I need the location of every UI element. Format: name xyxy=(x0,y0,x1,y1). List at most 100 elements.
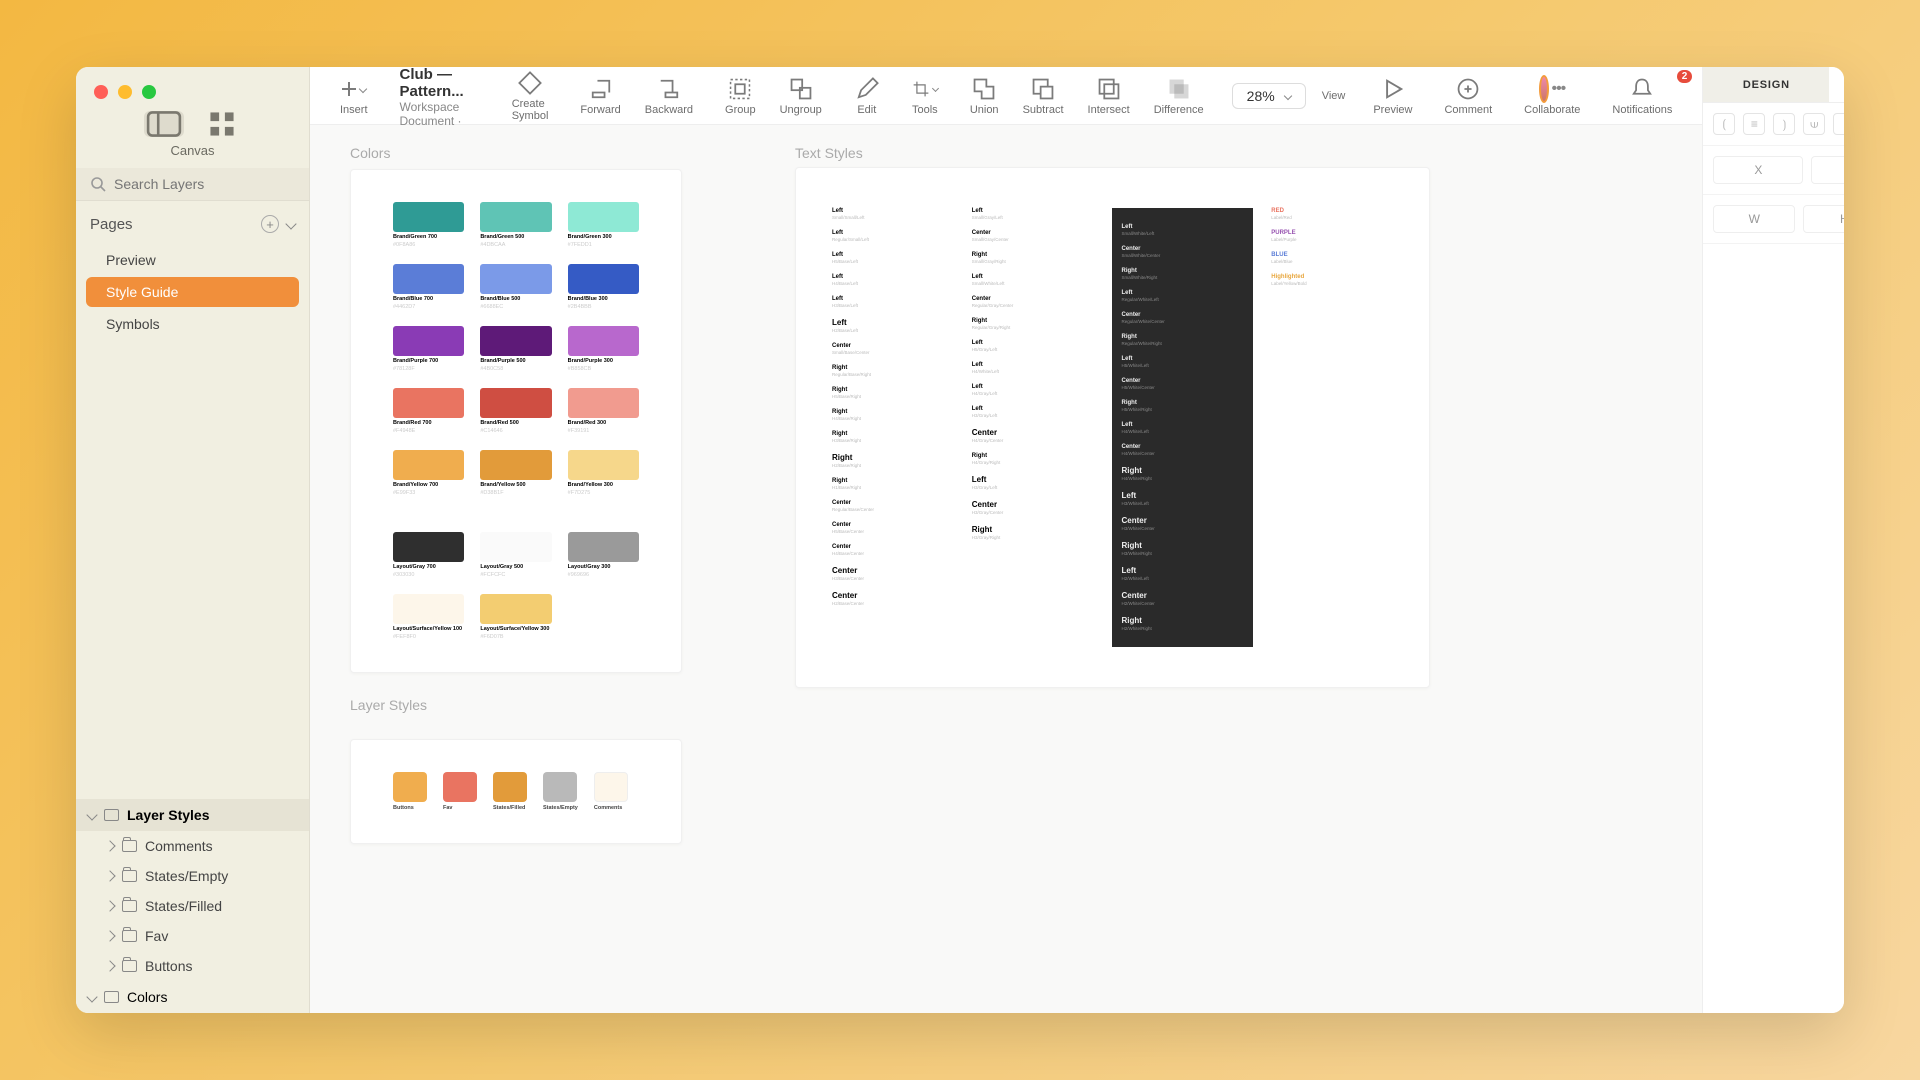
text-style-item[interactable]: LeftH3/Gray/Left xyxy=(972,475,1094,490)
collapse-pages-button[interactable] xyxy=(285,218,296,229)
color-swatch[interactable]: Brand/Purple 700#78128F xyxy=(393,326,464,372)
w-field[interactable]: W xyxy=(1713,205,1795,233)
color-swatch[interactable]: Brand/Blue 700#4462D7 xyxy=(393,264,464,310)
edit-button[interactable]: Edit xyxy=(842,76,892,116)
text-style-item[interactable]: LeftH3/Base/Left xyxy=(832,296,954,308)
notifications-button[interactable]: 2Notifications xyxy=(1600,76,1684,116)
text-style-item[interactable]: RightRegular/Gray/Right xyxy=(972,318,1094,330)
text-style-item[interactable]: CenterSmall/White/Center xyxy=(1122,246,1244,258)
difference-button[interactable]: Difference xyxy=(1142,76,1216,116)
text-style-item[interactable]: CenterH3/White/Center xyxy=(1122,516,1244,531)
text-style-item[interactable]: LeftSmall/Gray/Left xyxy=(972,208,1094,220)
colors-artboard[interactable]: Colors xyxy=(76,981,309,1013)
text-style-item[interactable]: CenterRegular/Gray/Center xyxy=(972,296,1094,308)
color-swatch[interactable]: Brand/Green 300#7FEDD1 xyxy=(568,202,639,248)
layer-style-swatch[interactable]: States/Empty xyxy=(543,772,578,811)
maximize-window-button[interactable] xyxy=(142,85,156,99)
text-style-item[interactable]: CenterH2/White/Center xyxy=(1122,591,1244,606)
align-top-icon[interactable]: ⟒ xyxy=(1803,113,1825,135)
text-style-item[interactable]: CenterH4/White/Center xyxy=(1122,444,1244,456)
ungroup-button[interactable]: Ungroup xyxy=(768,76,834,116)
h-field[interactable]: H xyxy=(1803,205,1844,233)
text-style-item[interactable]: RightH5/White/Right xyxy=(1122,400,1244,412)
text-style-item[interactable]: CenterH4/Base/Center xyxy=(832,544,954,556)
text-style-item[interactable]: LeftSmall/White/Left xyxy=(972,274,1094,286)
layer-style-swatch[interactable]: Comments xyxy=(594,772,628,811)
text-style-item[interactable]: LeftH3/White/Left xyxy=(1122,491,1244,506)
create-symbol-button[interactable]: Create Symbol xyxy=(500,70,561,122)
text-style-item[interactable]: LeftH4/White/Left xyxy=(972,362,1094,374)
text-style-item[interactable]: LeftH3/Gray/Left xyxy=(972,406,1094,418)
color-swatch[interactable]: Brand/Blue 500#6688EC xyxy=(480,264,551,310)
layer-folder[interactable]: Buttons xyxy=(76,951,309,981)
zoom-dropdown[interactable]: 28% xyxy=(1232,83,1306,109)
text-style-item[interactable]: LeftH5/White/Left xyxy=(1122,356,1244,368)
text-style-item[interactable]: LeftH5/Base/Left xyxy=(832,252,954,264)
layer-folder[interactable]: Comments xyxy=(76,831,309,861)
layer-styles-artboard[interactable]: Layer Styles xyxy=(76,799,309,831)
page-item[interactable]: Symbols xyxy=(86,309,299,339)
text-style-item[interactable]: CenterSmall/Base/Center xyxy=(832,343,954,355)
components-view-button[interactable] xyxy=(202,111,242,137)
text-style-item[interactable]: LeftH2/Base/Left xyxy=(832,318,954,333)
text-style-item[interactable]: PURPLELabel/Purple xyxy=(1271,230,1393,242)
text-style-item[interactable]: LeftH5/Gray/Left xyxy=(972,340,1094,352)
page-item[interactable]: Style Guide xyxy=(86,277,299,307)
text-style-item[interactable]: CenterH3/Gray/Center xyxy=(972,500,1094,515)
text-style-item[interactable]: RightRegular/White/Right xyxy=(1122,334,1244,346)
text-style-item[interactable]: CenterH5/Base/Center xyxy=(832,522,954,534)
layer-folder[interactable]: States/Empty xyxy=(76,861,309,891)
color-swatch[interactable]: Brand/Yellow 700#E99F33 xyxy=(393,450,464,496)
color-swatch[interactable]: Layout/Gray 300#969696 xyxy=(568,532,639,578)
add-page-button[interactable]: + xyxy=(261,215,279,233)
color-swatch[interactable]: Layout/Gray 700#303030 xyxy=(393,532,464,578)
text-style-item[interactable]: RightH2/Base/Right xyxy=(832,453,954,468)
union-button[interactable]: Union xyxy=(958,76,1011,116)
minimize-window-button[interactable] xyxy=(118,85,132,99)
color-swatch[interactable]: Layout/Surface/Yellow 100#FEF8F0 xyxy=(393,594,464,640)
color-swatch[interactable]: Brand/Yellow 500#D38B1F xyxy=(480,450,551,496)
text-style-item[interactable]: RightRegular/Base/Right xyxy=(832,365,954,377)
text-style-item[interactable]: CenterH4/Gray/Center xyxy=(972,428,1094,443)
color-swatch[interactable]: Layout/Gray 500#FCFCFC xyxy=(480,532,551,578)
color-swatch[interactable]: Layout/Surface/Yellow 300#F6D07B xyxy=(480,594,551,640)
text-style-item[interactable]: REDLabel/Red xyxy=(1271,208,1393,220)
align-center-h-icon[interactable]: ≡ xyxy=(1743,113,1765,135)
color-swatch[interactable]: Brand/Red 700#F4948E xyxy=(393,388,464,434)
tab-design[interactable]: DESIGN xyxy=(1703,67,1829,102)
text-style-item[interactable]: LeftRegular/Small/Left xyxy=(832,230,954,242)
color-swatch[interactable]: Brand/Red 500#C14646 xyxy=(480,388,551,434)
text-style-item[interactable]: RightSmall/White/Right xyxy=(1122,268,1244,280)
tools-button[interactable]: Tools xyxy=(900,76,950,116)
text-style-item[interactable]: CenterRegular/White/Center xyxy=(1122,312,1244,324)
text-style-item[interactable]: BLUELabel/Blue xyxy=(1271,252,1393,264)
layer-folder[interactable]: Fav xyxy=(76,921,309,951)
x-field[interactable]: X xyxy=(1713,156,1803,184)
page-item[interactable]: Preview xyxy=(86,245,299,275)
canvas-view-button[interactable] xyxy=(144,111,184,137)
color-swatch[interactable]: Brand/Purple 300#B858CB xyxy=(568,326,639,372)
text-style-item[interactable]: RightH4/Gray/Right xyxy=(972,453,1094,465)
colors-artboard-canvas[interactable]: Brand/Green 700#0F8A86Brand/Green 500#4D… xyxy=(350,169,682,673)
text-style-item[interactable]: LeftH2/White/Left xyxy=(1122,566,1244,581)
text-style-item[interactable]: LeftRegular/White/Left xyxy=(1122,290,1244,302)
text-style-item[interactable]: RightH1/Base/Right xyxy=(832,478,954,490)
text-style-item[interactable]: CenterH5/White/Center xyxy=(1122,378,1244,390)
text-style-item[interactable]: CenterH2/Base/Center xyxy=(832,591,954,606)
layerstyles-artboard-canvas[interactable]: ButtonsFavStates/FilledStates/EmptyComme… xyxy=(350,739,682,844)
text-style-item[interactable]: RightSmall/Gray/Right xyxy=(972,252,1094,264)
text-style-item[interactable]: CenterSmall/Gray/Center xyxy=(972,230,1094,242)
layer-style-swatch[interactable]: Fav xyxy=(443,772,477,811)
backward-button[interactable]: Backward xyxy=(633,76,705,116)
align-middle-icon[interactable]: ㆐ xyxy=(1833,113,1844,135)
subtract-button[interactable]: Subtract xyxy=(1011,76,1076,116)
group-button[interactable]: Group xyxy=(713,76,768,116)
forward-button[interactable]: Forward xyxy=(568,76,632,116)
text-style-item[interactable]: LeftSmall/Small/Left xyxy=(832,208,954,220)
text-style-item[interactable]: CenterRegular/Base/Center xyxy=(832,500,954,512)
align-left-icon[interactable]: ⟮ xyxy=(1713,113,1735,135)
text-style-item[interactable]: HighlightedLabel/Yellow/Bold xyxy=(1271,274,1393,286)
y-field[interactable]: Y xyxy=(1811,156,1844,184)
text-style-item[interactable]: RightH5/Base/Right xyxy=(832,387,954,399)
layer-folder[interactable]: States/Filled xyxy=(76,891,309,921)
